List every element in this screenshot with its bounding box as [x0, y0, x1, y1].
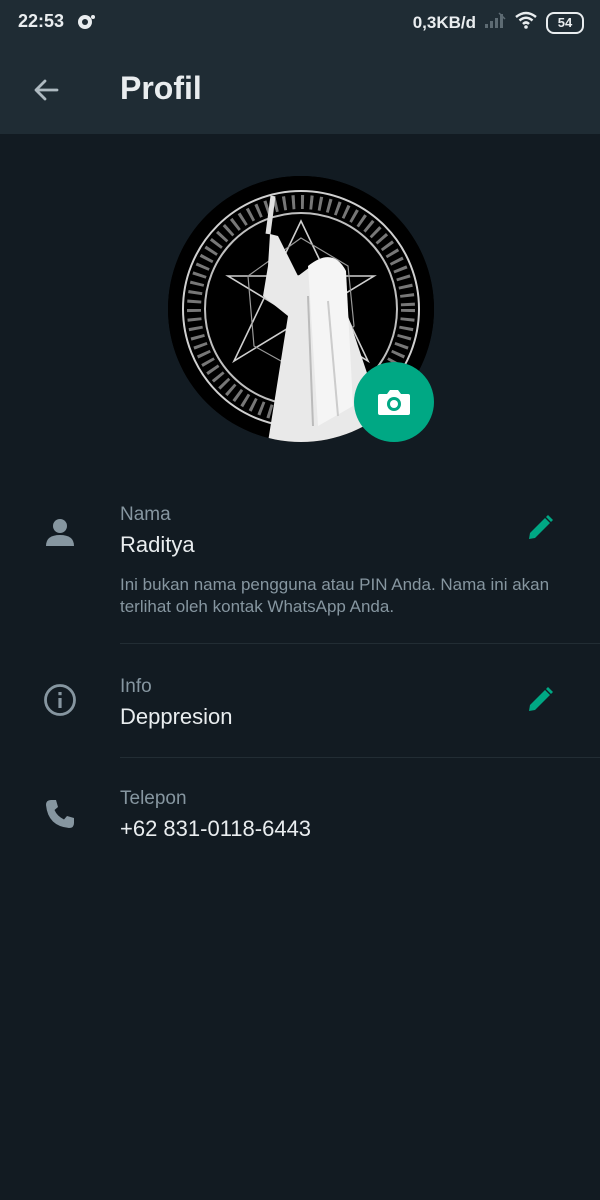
camera-icon: [378, 390, 410, 415]
phone-icon: [40, 794, 80, 834]
network-speed: 0,3KB/d: [412, 12, 476, 32]
info-row[interactable]: Info Deppresion: [0, 672, 600, 756]
person-icon: [40, 512, 80, 552]
status-time: 22:53: [18, 11, 65, 31]
status-right: 0,3KB/d 54: [413, 10, 584, 35]
phone-row: Telepon +62 831-0118-6443: [0, 786, 600, 856]
edit-info-button[interactable]: [520, 680, 560, 720]
signal-icon: [484, 11, 506, 34]
info-label: Info: [120, 676, 152, 697]
page-title: Profil: [120, 70, 202, 106]
back-button[interactable]: [24, 68, 68, 112]
app-bar: Profil: [0, 44, 600, 134]
name-value: Raditya: [120, 532, 195, 557]
pencil-icon: [529, 515, 553, 539]
wifi-icon: [514, 10, 538, 35]
battery-indicator: 54: [546, 11, 584, 34]
name-label: Nama: [120, 504, 171, 525]
divider: [120, 643, 600, 644]
change-photo-button[interactable]: [354, 362, 434, 442]
divider: [120, 757, 600, 758]
phone-value: +62 831-0118-6443: [120, 816, 312, 841]
status-bar: 22:53 0,3KB/d 54: [0, 0, 600, 44]
name-row[interactable]: Nama Raditya Ini bukan nama pengguna ata…: [0, 500, 600, 644]
phone-label: Telepon: [120, 788, 187, 809]
info-value: Deppresion: [120, 704, 233, 729]
notification-icon: [76, 12, 96, 32]
info-icon: [40, 680, 80, 720]
arrow-left-icon: [34, 79, 59, 101]
profile-photo-area: [168, 176, 434, 442]
pencil-icon: [529, 687, 553, 711]
edit-name-button[interactable]: [520, 508, 560, 548]
name-hint: Ini bukan nama pengguna atau PIN Anda. N…: [120, 575, 550, 616]
